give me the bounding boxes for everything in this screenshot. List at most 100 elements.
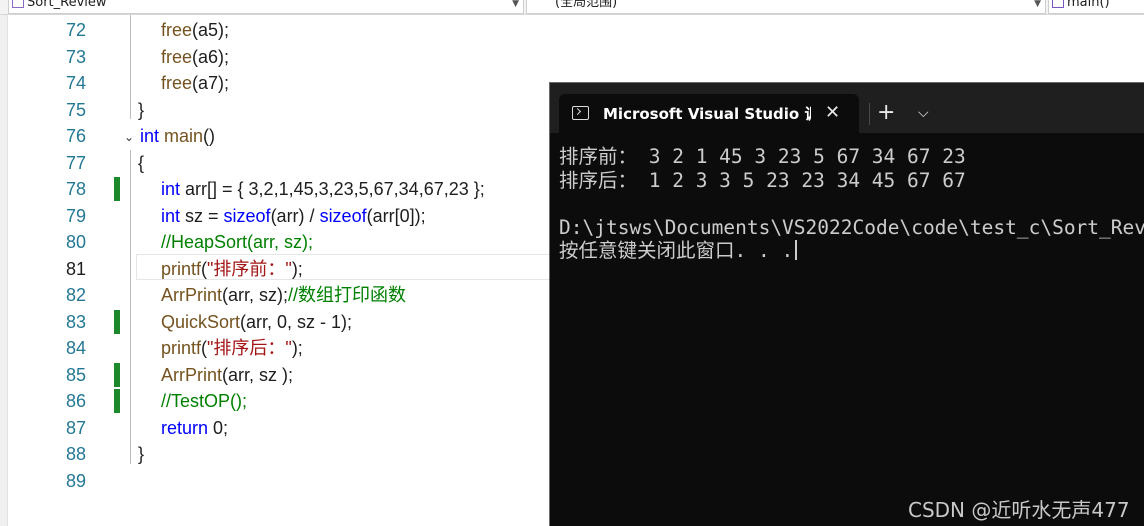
text-cursor [795, 240, 798, 260]
code-token: QuickSort [161, 311, 241, 332]
code-token: () [203, 126, 216, 146]
code-token: free [161, 46, 193, 67]
tab-dropdown-button[interactable]: ⌵ [918, 103, 929, 123]
code-token: printf [161, 258, 202, 279]
close-icon[interactable]: ✕ [825, 102, 840, 124]
code-token: int [161, 179, 186, 199]
code-line[interactable]: ArrPrint(arr, sz ); [161, 362, 293, 388]
code-token: (arr) / [270, 205, 320, 226]
code-line[interactable]: return 0; [161, 415, 228, 441]
indent-guide [130, 150, 131, 464]
console-tab-title: Microsoft Visual Studio 调试控制台 [603, 105, 811, 123]
scope-dropdown[interactable]: (全局范围) ▼ [526, 0, 1046, 14]
line-number: 84 [65, 338, 86, 358]
change-marker [114, 309, 120, 334]
line-number: 82 [65, 285, 86, 305]
code-token: (a6); [192, 46, 230, 67]
code-token: } [138, 99, 145, 120]
tab-separator [869, 103, 870, 125]
code-token: sizeof [319, 205, 367, 226]
code-line[interactable]: printf("排序后："); [161, 335, 303, 361]
line-number: 73 [65, 46, 86, 67]
function-dropdown[interactable]: main() [1048, 0, 1144, 14]
code-token: (arr[0]); [366, 205, 426, 226]
code-token: sz = [185, 205, 224, 226]
project-icon [12, 0, 24, 8]
console-line-text: 按任意键关闭此窗口. . . [559, 239, 794, 262]
change-marker [114, 362, 120, 387]
chevron-down-icon: ▼ [1034, 0, 1041, 9]
code-line[interactable]: int main() [140, 123, 215, 149]
file-dropdown[interactable]: Sort_Review ▼ [8, 0, 524, 14]
code-line[interactable]: free(a5); [161, 17, 229, 43]
code-token: ); [291, 338, 303, 358]
code-token: "排序前：" [207, 258, 292, 279]
console-tab[interactable]: Microsoft Visual Studio 调试控制台 ✕ [559, 94, 859, 133]
code-token: (arr, sz); [222, 285, 289, 305]
code-token: sizeof [223, 205, 271, 226]
line-number: 80 [65, 232, 86, 252]
console-line: D:\jtsws\Documents\VS2022Code\code\test_… [559, 216, 1144, 240]
line-number: 88 [65, 444, 86, 464]
code-token: (arr, 0, sz - 1); [240, 311, 353, 332]
code-token: int [140, 126, 165, 146]
line-number: 81 [65, 258, 86, 279]
console-line-text: 排序前： 3 2 1 45 3 23 5 67 34 67 23 [559, 145, 966, 168]
console-tab-bar: Microsoft Visual Studio 调试控制台 ✕ + ⌵ [550, 83, 1144, 133]
code-line[interactable]: free(a6); [161, 44, 229, 70]
indent-guide [130, 15, 131, 119]
code-line[interactable]: ArrPrint(arr, sz);//数组打印函数 [161, 282, 406, 308]
line-number: 79 [65, 205, 86, 226]
code-line[interactable]: //TestOP(); [161, 388, 247, 414]
line-number: 76 [65, 126, 86, 146]
code-token: (arr, sz ); [222, 364, 294, 385]
code-token: printf [161, 338, 202, 358]
code-token: //TestOP(); [161, 391, 248, 411]
code-token: ArrPrint [161, 364, 223, 385]
code-token: ); [291, 258, 303, 279]
code-token: //HeapSort(arr, sz); [161, 232, 314, 252]
navigation-bar: Sort_Review ▼ (全局范围) ▼ main() [0, 0, 1144, 15]
fold-toggle-icon[interactable]: ⌄ [124, 124, 134, 150]
code-token: "排序后：" [207, 338, 292, 358]
function-dropdown-label: main() [1067, 0, 1110, 10]
code-line[interactable]: //HeapSort(arr, sz); [161, 229, 313, 255]
csdn-watermark: CSDN @近听水无声477 [908, 498, 1130, 522]
line-number: 72 [65, 20, 86, 40]
line-number: 77 [65, 152, 86, 173]
code-line[interactable]: free(a7); [161, 70, 229, 96]
code-line[interactable]: { [138, 150, 144, 176]
line-number: 78 [65, 179, 86, 199]
code-line[interactable]: int sz = sizeof(arr) / sizeof(arr[0]); [161, 203, 426, 229]
change-marker [114, 389, 120, 413]
function-icon [1052, 0, 1064, 8]
line-number: 74 [65, 73, 86, 93]
debug-console-window[interactable]: Microsoft Visual Studio 调试控制台 ✕ + ⌵ 排序前：… [549, 82, 1144, 526]
console-line: 按任意键关闭此窗口. . . [559, 239, 1144, 263]
change-marker [114, 177, 120, 201]
line-number: 75 [65, 99, 86, 120]
code-token: } [138, 444, 145, 464]
line-number: 86 [65, 391, 86, 411]
chevron-down-icon: ▼ [512, 0, 519, 9]
line-number: 89 [65, 470, 86, 491]
console-output: 排序前： 3 2 1 45 3 23 5 67 34 67 23 排序后： 1 2… [559, 145, 1144, 263]
code-token: free [161, 20, 193, 40]
code-line[interactable]: QuickSort(arr, 0, sz - 1); [161, 309, 352, 335]
code-line[interactable]: printf("排序前："); [161, 256, 303, 282]
new-tab-button[interactable]: + [877, 101, 895, 125]
code-line[interactable]: } [138, 441, 144, 467]
line-number: 83 [65, 311, 86, 332]
line-number: 85 [65, 364, 86, 385]
console-line: 排序后： 1 2 3 3 5 23 23 34 45 67 67 [559, 169, 1144, 193]
code-line[interactable]: } [138, 97, 144, 123]
code-line[interactable]: int arr[] = { 3,2,1,45,3,23,5,67,34,67,2… [161, 176, 485, 202]
code-token: return [161, 417, 214, 438]
code-token: (a7); [192, 73, 230, 93]
code-token: main [164, 126, 204, 146]
console-line: 排序前： 3 2 1 45 3 23 5 67 34 67 23 [559, 145, 1144, 169]
code-token: { [138, 152, 145, 173]
code-token: 0; [213, 417, 229, 438]
terminal-icon [572, 106, 589, 120]
code-token: //数组打印函数 [288, 285, 407, 305]
